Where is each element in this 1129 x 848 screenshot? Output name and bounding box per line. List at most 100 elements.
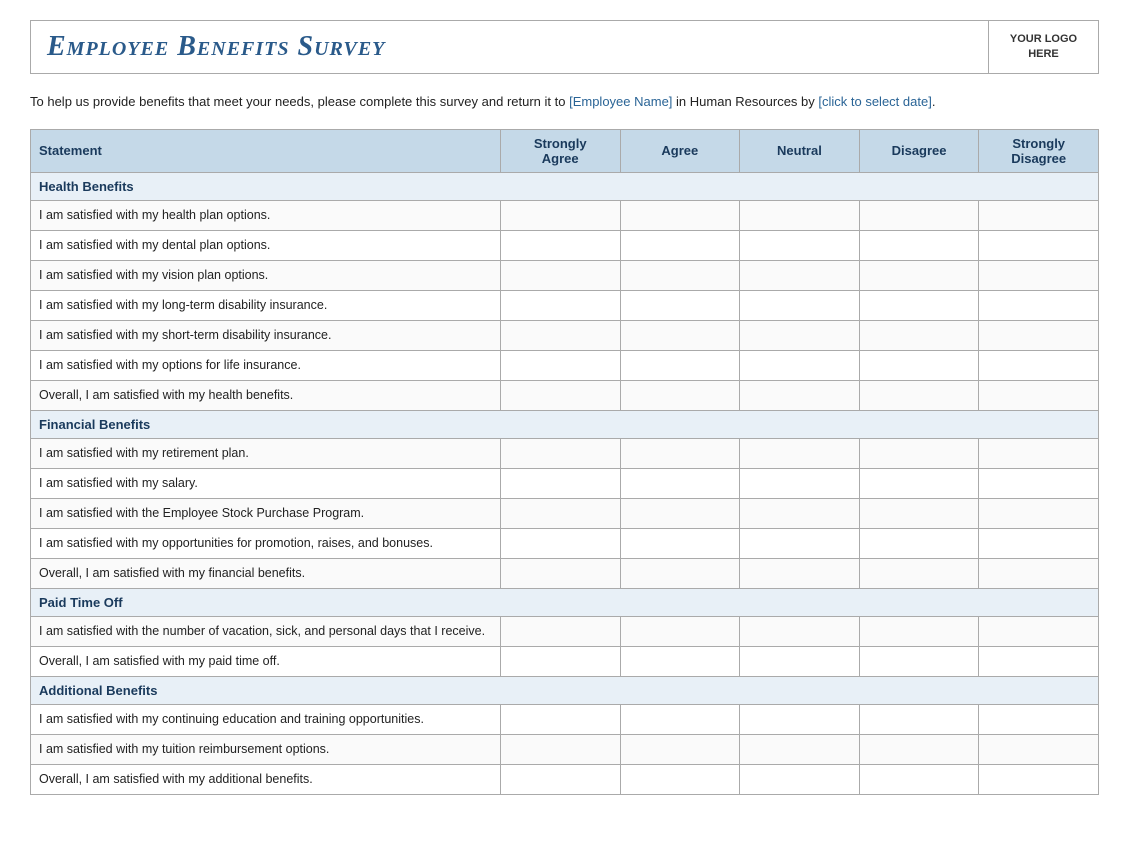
rating-cell-0-2-4[interactable] [979,260,1099,290]
rating-cell-3-2-1[interactable] [620,764,740,794]
date-placeholder[interactable]: [click to select date] [818,94,931,109]
rating-cell-0-2-1[interactable] [620,260,740,290]
rating-cell-0-4-3[interactable] [859,320,979,350]
logo-box: YOUR LOGOHERE [988,21,1098,73]
rating-cell-3-1-1[interactable] [620,734,740,764]
rating-cell-0-0-1[interactable] [620,200,740,230]
rating-cell-1-0-0[interactable] [500,438,620,468]
rating-cell-1-4-0[interactable] [500,558,620,588]
rating-cell-0-2-2[interactable] [740,260,860,290]
rating-cell-0-1-1[interactable] [620,230,740,260]
rating-cell-0-4-2[interactable] [740,320,860,350]
rating-cell-0-6-3[interactable] [859,380,979,410]
rating-cell-1-3-2[interactable] [740,528,860,558]
rating-cell-1-4-3[interactable] [859,558,979,588]
rating-cell-1-4-1[interactable] [620,558,740,588]
rating-cell-3-0-2[interactable] [740,704,860,734]
rating-cell-2-1-3[interactable] [859,646,979,676]
rating-cell-3-0-3[interactable] [859,704,979,734]
rating-cell-1-4-2[interactable] [740,558,860,588]
rating-cell-0-1-2[interactable] [740,230,860,260]
rating-cell-0-6-2[interactable] [740,380,860,410]
rating-cell-0-5-2[interactable] [740,350,860,380]
table-row: I am satisfied with my continuing educat… [31,704,1099,734]
rating-cell-3-2-3[interactable] [859,764,979,794]
rating-cell-1-3-3[interactable] [859,528,979,558]
rating-cell-0-4-4[interactable] [979,320,1099,350]
rating-cell-0-3-3[interactable] [859,290,979,320]
table-row: I am satisfied with my short-term disabi… [31,320,1099,350]
rating-cell-1-1-0[interactable] [500,468,620,498]
rating-cell-1-0-2[interactable] [740,438,860,468]
rating-cell-1-2-4[interactable] [979,498,1099,528]
rating-cell-2-1-0[interactable] [500,646,620,676]
survey-title: Employee Benefits Survey [47,31,385,63]
rating-cell-1-2-0[interactable] [500,498,620,528]
rating-cell-1-0-3[interactable] [859,438,979,468]
rating-cell-0-5-0[interactable] [500,350,620,380]
rating-cell-1-1-3[interactable] [859,468,979,498]
rating-cell-1-2-2[interactable] [740,498,860,528]
rating-cell-0-2-3[interactable] [859,260,979,290]
rating-cell-3-0-4[interactable] [979,704,1099,734]
employee-name-placeholder[interactable]: [Employee Name] [569,94,672,109]
rating-cell-3-1-4[interactable] [979,734,1099,764]
rating-cell-3-1-0[interactable] [500,734,620,764]
rating-cell-0-4-0[interactable] [500,320,620,350]
rating-cell-0-0-2[interactable] [740,200,860,230]
rating-cell-2-0-2[interactable] [740,616,860,646]
rating-cell-2-0-4[interactable] [979,616,1099,646]
statement-cell-0-3: I am satisfied with my long-term disabil… [31,290,501,320]
rating-cell-0-1-3[interactable] [859,230,979,260]
rating-cell-0-6-4[interactable] [979,380,1099,410]
rating-cell-3-2-0[interactable] [500,764,620,794]
rating-cell-0-4-1[interactable] [620,320,740,350]
rating-cell-1-1-2[interactable] [740,468,860,498]
col-header-statement: Statement [31,129,501,172]
rating-cell-1-0-4[interactable] [979,438,1099,468]
statement-cell-2-0: I am satisfied with the number of vacati… [31,616,501,646]
rating-cell-0-0-4[interactable] [979,200,1099,230]
col-header-strongly-disagree: StronglyDisagree [979,129,1099,172]
rating-cell-2-1-1[interactable] [620,646,740,676]
rating-cell-1-3-0[interactable] [500,528,620,558]
rating-cell-1-1-1[interactable] [620,468,740,498]
rating-cell-0-0-0[interactable] [500,200,620,230]
rating-cell-0-2-0[interactable] [500,260,620,290]
rating-cell-3-1-3[interactable] [859,734,979,764]
section-header-1: Financial Benefits [31,410,1099,438]
rating-cell-2-0-0[interactable] [500,616,620,646]
rating-cell-0-1-0[interactable] [500,230,620,260]
rating-cell-1-1-4[interactable] [979,468,1099,498]
rating-cell-0-0-3[interactable] [859,200,979,230]
rating-cell-2-0-3[interactable] [859,616,979,646]
rating-cell-0-5-3[interactable] [859,350,979,380]
rating-cell-3-2-4[interactable] [979,764,1099,794]
statement-cell-3-0: I am satisfied with my continuing educat… [31,704,501,734]
rating-cell-0-3-4[interactable] [979,290,1099,320]
rating-cell-0-5-1[interactable] [620,350,740,380]
rating-cell-2-1-2[interactable] [740,646,860,676]
rating-cell-2-1-4[interactable] [979,646,1099,676]
table-row: I am satisfied with my salary. [31,468,1099,498]
rating-cell-1-2-1[interactable] [620,498,740,528]
statement-cell-0-5: I am satisfied with my options for life … [31,350,501,380]
rating-cell-0-3-1[interactable] [620,290,740,320]
rating-cell-0-3-0[interactable] [500,290,620,320]
rating-cell-1-3-4[interactable] [979,528,1099,558]
rating-cell-2-0-1[interactable] [620,616,740,646]
rating-cell-1-4-4[interactable] [979,558,1099,588]
rating-cell-0-1-4[interactable] [979,230,1099,260]
rating-cell-3-0-0[interactable] [500,704,620,734]
rating-cell-1-2-3[interactable] [859,498,979,528]
intro-text-before: To help us provide benefits that meet yo… [30,94,569,109]
rating-cell-3-2-2[interactable] [740,764,860,794]
rating-cell-3-1-2[interactable] [740,734,860,764]
rating-cell-0-6-1[interactable] [620,380,740,410]
rating-cell-0-5-4[interactable] [979,350,1099,380]
rating-cell-3-0-1[interactable] [620,704,740,734]
rating-cell-1-3-1[interactable] [620,528,740,558]
rating-cell-1-0-1[interactable] [620,438,740,468]
rating-cell-0-3-2[interactable] [740,290,860,320]
rating-cell-0-6-0[interactable] [500,380,620,410]
